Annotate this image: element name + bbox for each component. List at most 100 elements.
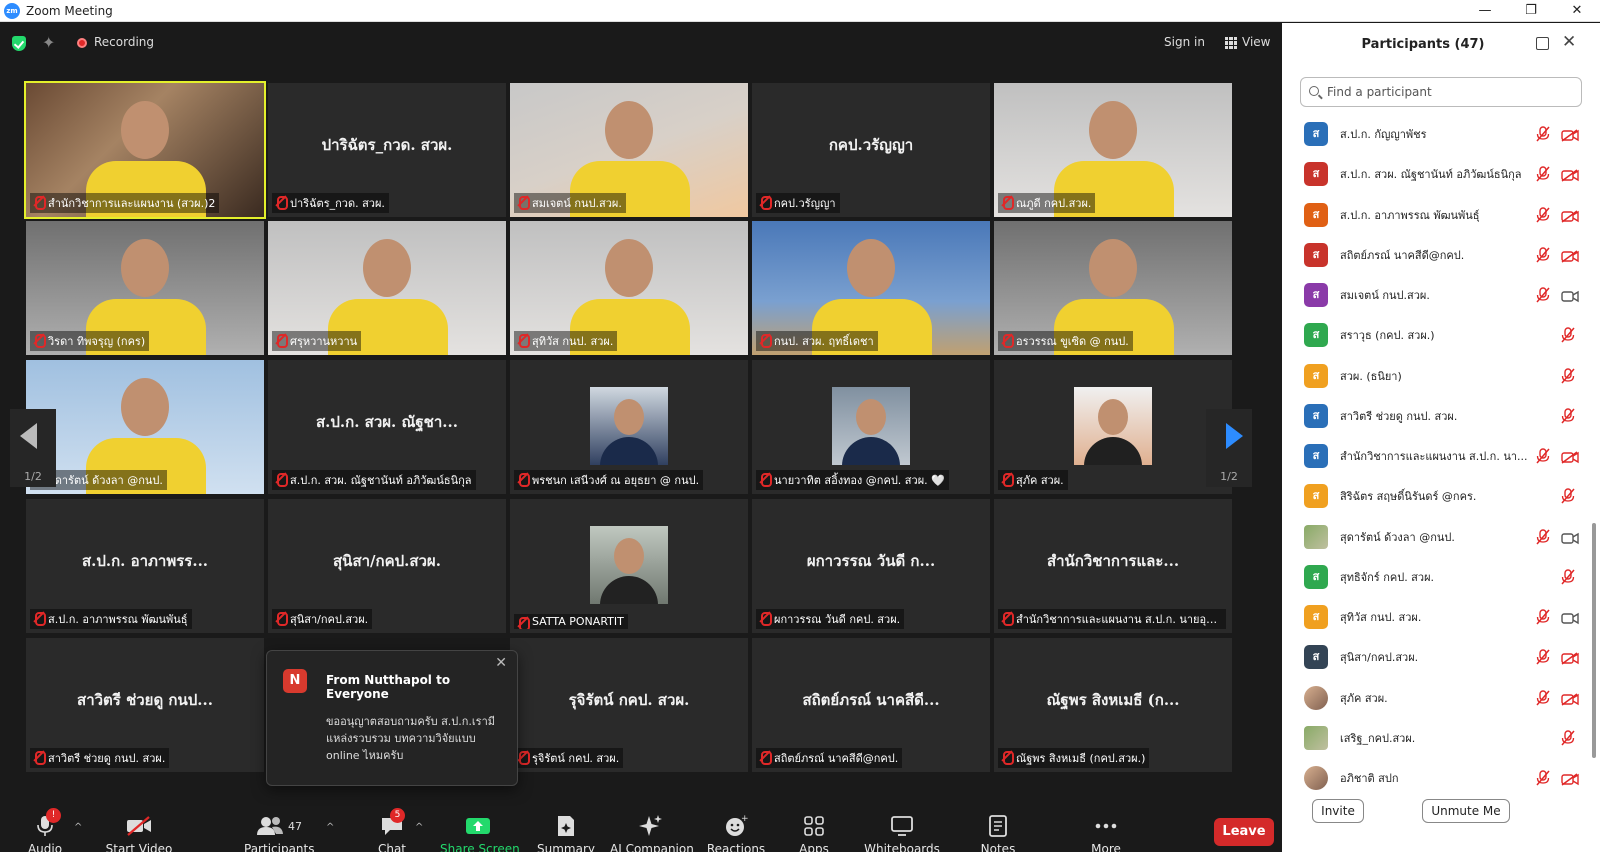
video-off-icon[interactable] (1561, 650, 1579, 665)
video-tile[interactable]: ส.ป.ก. อาภาพรร... ส.ป.ก. อาภาพรรณ พัฒนพัน… (26, 499, 264, 633)
participant-row[interactable]: ส ส.ป.ก. กัญญาพัชร (1282, 113, 1592, 153)
whiteboards-button[interactable]: Whiteboards (862, 812, 942, 852)
video-tile[interactable]: กนป. สวผ. ฤทธิ์เดชา (752, 221, 990, 355)
video-off-icon[interactable] (1561, 127, 1579, 142)
participant-row[interactable]: ส สุทธิจักร์ กคป. สวผ. (1282, 556, 1592, 596)
participant-row[interactable]: สุภัค สวผ. (1282, 677, 1592, 717)
notes-button[interactable]: Notes (976, 812, 1020, 852)
view-button[interactable]: View (1242, 35, 1270, 49)
muted-microphone-icon[interactable] (1536, 247, 1550, 263)
video-tile[interactable]: สุทิวัส กนป. สวผ. (510, 221, 748, 355)
video-tile[interactable]: ปาริฉัตร_กวด. สวผ. ปาริฉัตร_กวด. สวผ. (268, 83, 506, 217)
video-tile[interactable]: SATTA PONARTIT (510, 499, 748, 633)
ai-companion-button[interactable]: AI Companion (610, 812, 694, 852)
participant-row[interactable]: ส สราวุธ (กคป. สวผ.) (1282, 314, 1592, 354)
muted-microphone-icon[interactable] (1536, 609, 1550, 625)
video-tile[interactable]: วิรดา ทิพจรุญ (กคร) (26, 221, 264, 355)
participant-row[interactable]: ส สมเจตน์ กนป.สวผ. (1282, 274, 1592, 314)
video-on-icon[interactable] (1561, 530, 1579, 544)
muted-microphone-icon[interactable] (1561, 730, 1575, 746)
muted-microphone-icon[interactable] (1536, 287, 1550, 303)
unmute-me-button[interactable]: Unmute Me (1422, 799, 1510, 823)
popout-icon[interactable] (1536, 37, 1549, 50)
video-tile[interactable]: อรวรรณ ขูเซิด @ กนป. (994, 221, 1232, 355)
recording-label[interactable]: Recording (94, 35, 154, 49)
participants-options-caret-icon[interactable]: ^ (326, 822, 334, 833)
video-tile[interactable]: สาวิตรี ช่วยดู กนป... สาวิตรี ช่วยดู กนป.… (26, 638, 264, 772)
participants-button[interactable]: 47 Participants (244, 812, 315, 852)
video-tile[interactable]: สุภัค สวผ. (994, 360, 1232, 494)
restore-button[interactable]: ❐ (1508, 0, 1554, 22)
chat-notification-popup[interactable]: N From Nutthapol to Everyone ✕ ขออนุญาตส… (266, 650, 518, 786)
participant-row[interactable]: อภิชาติ สปก (1282, 757, 1592, 791)
more-button[interactable]: More (1086, 812, 1126, 852)
participant-row[interactable]: ส สิริฉัตร สฤษดิ์นิรันดร์ @กคร. (1282, 475, 1592, 515)
chat-button[interactable]: 5 Chat (364, 808, 420, 852)
participant-row[interactable]: ส สถิตย์ภรณ์ นาคสีดี@กคป. (1282, 234, 1592, 274)
video-off-icon[interactable] (1561, 691, 1579, 706)
muted-microphone-icon[interactable] (1536, 649, 1550, 665)
audio-options-caret-icon[interactable]: ^ (74, 822, 82, 833)
muted-microphone-icon[interactable] (1536, 689, 1550, 706)
apps-button[interactable]: Apps (794, 812, 834, 852)
muted-microphone-icon[interactable] (1561, 408, 1575, 424)
muted-microphone-icon[interactable] (1561, 488, 1575, 504)
muted-microphone-icon[interactable] (1561, 569, 1575, 585)
summary-button[interactable]: Summary (536, 812, 596, 852)
video-tile[interactable]: สมเจตน์ กนป.สวผ. (510, 83, 748, 217)
participant-row[interactable]: ส สุนิสา/กคป.สวผ. (1282, 636, 1592, 676)
participant-row[interactable]: ส ส.ป.ก. อาภาพรรณ พัฒนพันธุ์ (1282, 194, 1592, 234)
video-on-icon[interactable] (1561, 288, 1579, 303)
video-tile[interactable]: สำนักวิชาการและ... สำนักวิชาการและแผนงาน … (994, 499, 1232, 633)
participant-row[interactable]: ส ส.ป.ก. สวผ. ณัฐชานันท์ อภิวัฒน์ธนิกุล (1282, 153, 1592, 193)
muted-microphone-icon[interactable] (1536, 166, 1550, 182)
participant-row[interactable]: เสริฐ_กคป.สวผ. (1282, 717, 1592, 757)
video-tile[interactable]: สำนักวิชาการและแผนงาน (สวผ.)2 (24, 81, 266, 219)
muted-microphone-icon[interactable] (1536, 448, 1550, 464)
video-tile[interactable]: สุนิสา/กคป.สวผ. สุนิสา/กคป.สวผ. (268, 499, 506, 633)
participant-row[interactable]: ส สุทิวัส กนป. สวผ. (1282, 596, 1592, 636)
participant-list-scrollbar[interactable] (1592, 523, 1596, 758)
participant-search[interactable] (1300, 77, 1582, 107)
previous-page-button[interactable]: 1/2 (10, 409, 56, 487)
muted-microphone-icon[interactable] (1536, 770, 1550, 786)
next-page-button[interactable]: 1/2 (1206, 409, 1252, 487)
muted-microphone-icon[interactable] (1561, 367, 1575, 384)
video-off-icon[interactable] (1561, 771, 1579, 786)
video-tile[interactable]: นายวาทิต สอิ้งทอง @กคป. สวผ. 🤍 (752, 360, 990, 494)
muted-microphone-icon[interactable] (1536, 528, 1550, 545)
minimize-button[interactable]: — (1462, 0, 1508, 22)
video-off-icon[interactable] (1561, 208, 1579, 223)
close-popup-button[interactable]: ✕ (495, 655, 507, 671)
muted-microphone-icon[interactable] (1561, 327, 1575, 343)
encryption-shield-icon[interactable] (12, 36, 26, 51)
participant-row[interactable]: ส สาวิตรี ช่วยดู กนป. สวผ. (1282, 395, 1592, 435)
invite-button[interactable]: Invite (1312, 799, 1364, 823)
chat-options-caret-icon[interactable]: ^ (415, 822, 423, 833)
video-tile[interactable]: สุดารัตน์ ด้วงลา @กนป. (26, 360, 264, 494)
participant-row[interactable]: สุดารัตน์ ด้วงลา @กนป. (1282, 516, 1592, 556)
share-screen-button[interactable]: Share Screen (440, 812, 520, 852)
participant-row[interactable]: ส สำนักวิชาการและแผนงาน ส.ป.ก. นา... (1282, 435, 1592, 475)
close-panel-icon[interactable]: ✕ (1562, 32, 1576, 52)
video-tile[interactable]: ณัฐพร สิงหเมธี (ก... ณัฐพร สิงหเมธี (กคป.… (994, 638, 1232, 772)
sign-in-button[interactable]: Sign in (1164, 35, 1205, 49)
ai-sparkle-icon[interactable]: ✦ (42, 33, 55, 52)
video-tile[interactable]: ส.ป.ก. สวผ. ณัฐชา... ส.ป.ก. สวผ. ณัฐชานัน… (268, 360, 506, 494)
audio-button[interactable]: ! Audio (22, 808, 68, 852)
reactions-button[interactable]: + Reactions (704, 812, 768, 852)
leave-button[interactable]: Leave (1214, 818, 1274, 846)
start-video-button[interactable]: Start Video (104, 812, 174, 852)
participant-search-input[interactable] (1327, 83, 1567, 101)
muted-microphone-icon[interactable] (1536, 126, 1550, 142)
video-on-icon[interactable] (1561, 610, 1579, 625)
grid-view-icon[interactable] (1225, 37, 1237, 49)
video-tile[interactable]: รุจิรัตน์ กคป. สวผ. รุจิรัตน์ กคป. สวผ. (510, 638, 748, 772)
video-off-icon[interactable] (1561, 449, 1579, 464)
video-off-icon[interactable] (1561, 167, 1579, 182)
muted-microphone-icon[interactable] (1536, 206, 1550, 223)
video-tile[interactable]: ศรุหวานหวาน (268, 221, 506, 355)
video-off-icon[interactable] (1561, 248, 1579, 263)
video-tile[interactable]: กคป.วรัญญา กคป.วรัญญา (752, 83, 990, 217)
close-window-button[interactable]: ✕ (1554, 0, 1600, 22)
